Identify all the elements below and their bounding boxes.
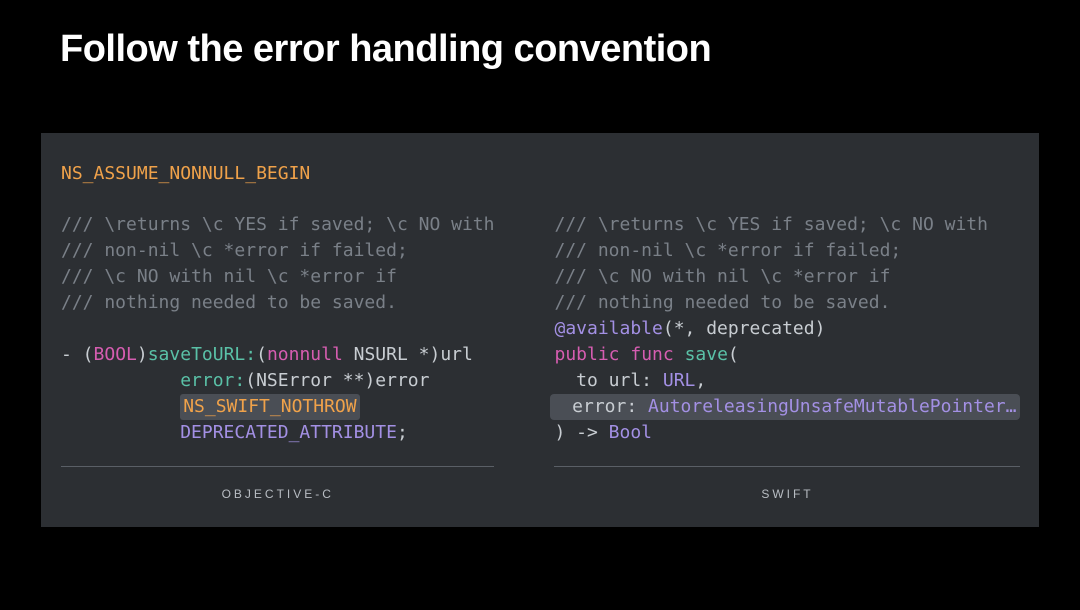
swift-label: SWIFT (554, 467, 1020, 507)
available-attribute: @available (554, 318, 662, 339)
semicolon: ; (397, 422, 408, 443)
open-paren: ( (728, 344, 739, 365)
public-keyword: public (554, 344, 619, 365)
swift-func-decl-line: public func save( (554, 342, 1020, 368)
comma: , (695, 370, 706, 391)
objc-comment-4: /// nothing needed to be saved. (61, 290, 494, 316)
close-arrow: ) -> (554, 422, 608, 443)
nonnull-keyword: nonnull (267, 344, 343, 365)
objc-comment-2: /// non-nil \c *error if failed; (61, 238, 494, 264)
nonnull-macro: NS_ASSUME_NONNULL_BEGIN (61, 163, 1019, 212)
code-panel: NS_ASSUME_NONNULL_BEGIN /// \returns \c … (41, 133, 1039, 527)
swift-param-url-line: to url: URL, (554, 368, 1020, 394)
swift-param-error-line-highlight: error: AutoreleasingUnsafeMutablePointer… (550, 394, 1020, 420)
to-url-label: to url: (576, 370, 663, 391)
objc-comment-1: /// \returns \c YES if saved; \c NO with (61, 212, 494, 238)
swift-return-line: ) -> Bool (554, 420, 1020, 446)
swift-comment-3: /// \c NO with nil \c *error if (554, 264, 1020, 290)
save-func-name: save (685, 344, 728, 365)
ns-swift-nothrow-badge: NS_SWIFT_NOTHROW (180, 394, 359, 420)
deprecated-attribute: DEPRECATED_ATTRIBUTE (180, 422, 397, 443)
swift-comment-4: /// nothing needed to be saved. (554, 290, 1020, 316)
error-label: error: (572, 396, 648, 417)
swift-comment-2: /// non-nil \c *error if failed; (554, 238, 1020, 264)
objc-signature-line-4: DEPRECATED_ATTRIBUTE; (61, 420, 494, 446)
func-keyword: func (630, 344, 673, 365)
method-savetourl: saveToURL: (148, 344, 256, 365)
bool-type: Bool (609, 422, 652, 443)
url-type: URL (663, 370, 696, 391)
objc-label: OBJECTIVE-C (61, 467, 494, 507)
swift-comment-1: /// \returns \c YES if saved; \c NO with (554, 212, 1020, 238)
objc-signature-line-3: NS_SWIFT_NOTHROW (61, 394, 494, 420)
nserror-param: (NSError **)error (245, 370, 429, 391)
swift-available-line: @available(*, deprecated) (554, 316, 1020, 342)
nsurl-param: NSURL *)url (343, 344, 473, 365)
method-error: error: (180, 370, 245, 391)
objc-comment-3: /// \c NO with nil \c *error if (61, 264, 494, 290)
error-type: AutoreleasingUnsafeMutablePointer… (648, 396, 1016, 417)
code-columns: /// \returns \c YES if saved; \c NO with… (61, 212, 1019, 507)
objc-column: /// \returns \c YES if saved; \c NO with… (61, 212, 494, 507)
slide-title: Follow the error handling convention (0, 0, 1080, 71)
dash: - ( (61, 344, 94, 365)
close-paren: ) (137, 344, 148, 365)
available-args: (*, deprecated) (663, 318, 826, 339)
bool-type: BOOL (94, 344, 137, 365)
objc-signature-line-1: - (BOOL)saveToURL:(nonnull NSURL *)url (61, 342, 494, 368)
objc-signature-line-2: error:(NSError **)error (61, 368, 494, 394)
swift-column: /// \returns \c YES if saved; \c NO with… (554, 212, 1020, 507)
open-paren: ( (256, 344, 267, 365)
